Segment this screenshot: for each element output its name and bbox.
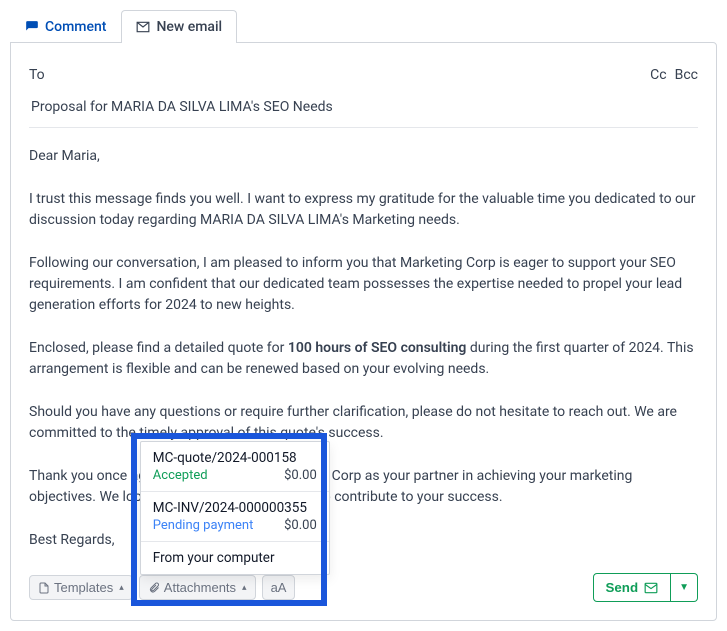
- compose-tabs: Comment New email: [10, 10, 717, 43]
- tab-new-email[interactable]: New email: [121, 10, 237, 43]
- to-label: To: [29, 67, 45, 83]
- send-button-group: Send ▼: [593, 573, 699, 602]
- comment-icon: [25, 20, 39, 34]
- file-icon: [38, 582, 50, 594]
- email-compose-panel: To Cc Bcc Proposal for MARIA DA SILVA LI…: [10, 42, 717, 621]
- attachments-dropdown: MC-quote/2024-000158 Accepted $0.00 MC-I…: [140, 441, 330, 575]
- bcc-toggle[interactable]: Bcc: [675, 67, 698, 83]
- text-case-label: aA: [271, 580, 287, 595]
- caret-up-icon: ▴: [119, 582, 124, 593]
- from-computer-label: From your computer: [153, 550, 317, 566]
- envelope-icon: [644, 581, 658, 595]
- attachment-item-quote[interactable]: MC-quote/2024-000158 Accepted $0.00: [141, 442, 329, 491]
- attachment-item-invoice[interactable]: MC-INV/2024-000000355 Pending payment $0…: [141, 491, 329, 541]
- subject-field[interactable]: Proposal for MARIA DA SILVA LIMA's SEO N…: [29, 93, 698, 128]
- attachment-price: $0.00: [284, 518, 317, 533]
- attachment-status: Accepted: [153, 468, 208, 483]
- to-row: To Cc Bcc: [29, 61, 698, 93]
- body-p3: Following our conversation, I am pleased…: [29, 253, 698, 316]
- attachment-status: Pending payment: [153, 518, 254, 533]
- body-p5: Should you have any questions or require…: [29, 402, 698, 444]
- tab-new-email-label: New email: [156, 19, 222, 35]
- attachments-button[interactable]: Attachments ▴: [139, 575, 256, 600]
- send-button[interactable]: Send: [593, 573, 672, 602]
- attachments-label: Attachments: [164, 580, 236, 595]
- send-caret-button[interactable]: ▼: [671, 573, 698, 602]
- compose-toolbar: Templates ▴ Attachments ▴ aA Send ▼: [29, 573, 698, 602]
- body-p6: Thank you once again for considering Mar…: [29, 466, 698, 508]
- tab-comment[interactable]: Comment: [10, 10, 121, 43]
- caret-up-icon: ▴: [242, 582, 247, 593]
- envelope-icon: [136, 20, 150, 34]
- text-case-button[interactable]: aA: [262, 575, 296, 600]
- body-p4: Enclosed, please find a detailed quote f…: [29, 338, 698, 380]
- body-p2: I trust this message finds you well. I w…: [29, 189, 698, 231]
- body-signoff: Best Regards,: [29, 530, 698, 551]
- cc-bcc-group: Cc Bcc: [650, 67, 698, 83]
- cc-toggle[interactable]: Cc: [650, 67, 666, 83]
- templates-label: Templates: [54, 580, 113, 595]
- templates-button[interactable]: Templates ▴: [29, 575, 133, 600]
- send-label: Send: [606, 580, 639, 595]
- body-bold-hours: 100 hours of SEO consulting: [288, 340, 467, 356]
- attachment-title: MC-INV/2024-000000355: [153, 500, 317, 516]
- attachment-price: $0.00: [284, 468, 317, 483]
- body-greeting: Dear Maria,: [29, 146, 698, 167]
- attachment-title: MC-quote/2024-000158: [153, 450, 317, 466]
- subject-text: Proposal for MARIA DA SILVA LIMA's SEO N…: [31, 99, 333, 115]
- tab-comment-label: Comment: [45, 19, 106, 35]
- attachment-from-computer[interactable]: From your computer: [141, 541, 329, 574]
- email-body[interactable]: Dear Maria, I trust this message finds y…: [29, 128, 698, 551]
- paperclip-icon: [148, 582, 160, 594]
